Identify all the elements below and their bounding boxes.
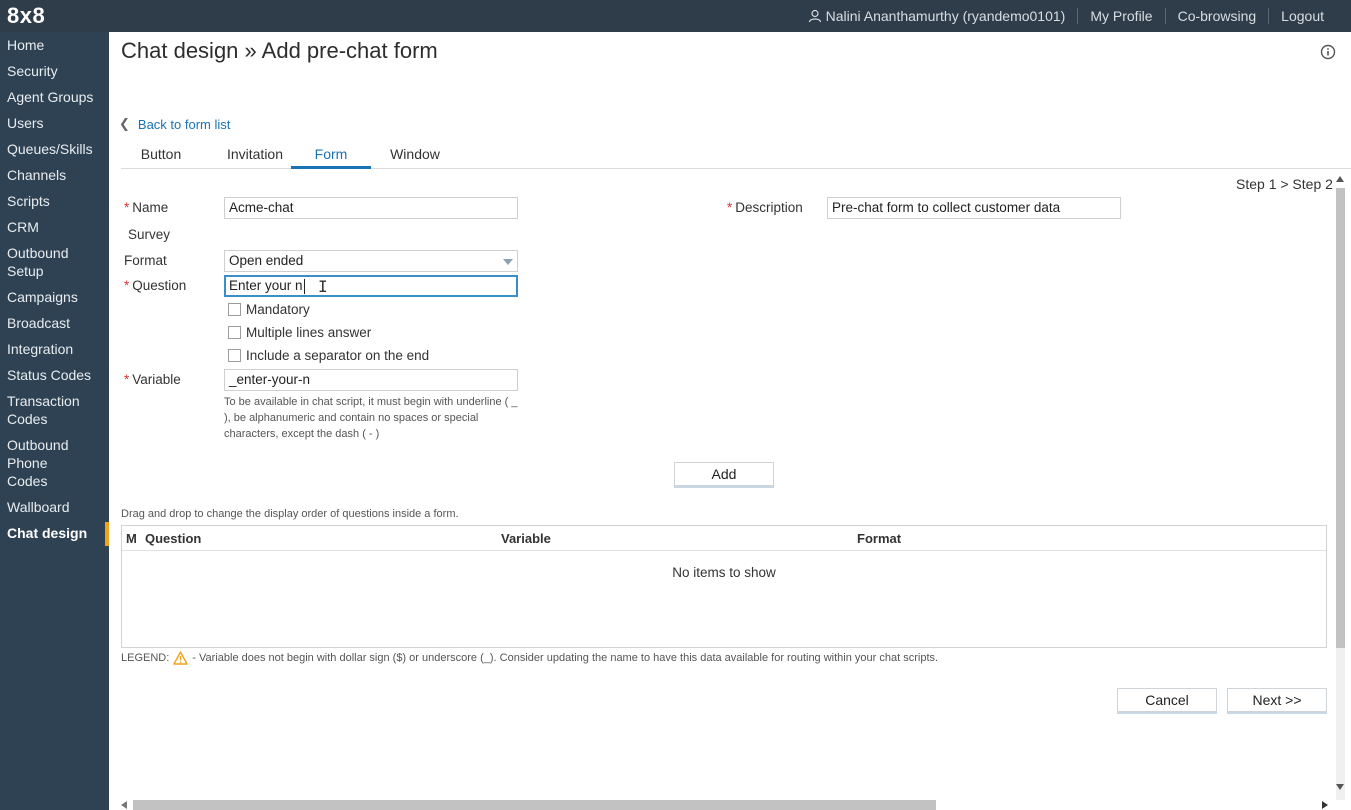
co-browsing-link[interactable]: Co-browsing [1164, 8, 1269, 24]
sidebar-item-security[interactable]: Security [0, 58, 109, 84]
checkbox-box[interactable] [228, 326, 241, 339]
column-header-format[interactable]: Format [857, 531, 901, 546]
required-mark: * [124, 278, 130, 293]
mandatory-checkbox[interactable]: Mandatory [228, 302, 310, 317]
grid-empty-message: No items to show [672, 565, 776, 580]
mandatory-label: Mandatory [246, 302, 310, 317]
multiple-lines-checkbox[interactable]: Multiple lines answer [228, 325, 371, 340]
checkbox-box[interactable] [228, 303, 241, 316]
back-to-form-list-link[interactable]: ❮ Back to form list [119, 116, 230, 132]
chevron-left-icon: ❮ [119, 116, 130, 131]
tab-invitation[interactable]: Invitation [205, 146, 305, 169]
drag-drop-hint: Drag and drop to change the display orde… [121, 508, 459, 520]
description-label: * Description [727, 200, 803, 215]
question-input-value: Enter your n [229, 278, 303, 293]
warning-icon [173, 651, 188, 665]
required-mark: * [124, 372, 130, 387]
sidebar-item-outbound-phone-codes[interactable]: Outbound Phone Codes [0, 432, 90, 494]
sidebar-item-integration[interactable]: Integration [0, 336, 109, 362]
scrollbar-thumb[interactable] [1336, 188, 1345, 648]
user-name: Nalini Ananthamurthy (ryandemo0101) [825, 8, 1066, 24]
dropdown-arrow-icon [503, 259, 513, 265]
multiple-lines-label: Multiple lines answer [246, 325, 372, 340]
column-header-m[interactable]: M [126, 531, 137, 546]
sidebar-item-crm[interactable]: CRM [0, 214, 109, 240]
column-header-question[interactable]: Question [145, 531, 201, 546]
my-profile-link[interactable]: My Profile [1077, 8, 1164, 24]
sidebar-item-scripts[interactable]: Scripts [0, 188, 109, 214]
scroll-up-arrow-icon[interactable] [1336, 176, 1344, 182]
sidebar-item-home[interactable]: Home [0, 32, 109, 58]
cancel-button[interactable]: Cancel [1117, 688, 1217, 712]
main-content: Chat design » Add pre-chat form ❮ Back t… [109, 32, 1351, 810]
logout-link[interactable]: Logout [1268, 8, 1336, 24]
sidebar-item-queues-skills[interactable]: Queues/Skills [0, 136, 109, 162]
variable-input[interactable]: _enter-your-n [224, 369, 518, 391]
user-icon [808, 9, 821, 23]
sidebar-item-broadcast[interactable]: Broadcast [0, 310, 109, 336]
legend-label: LEGEND: [121, 652, 170, 664]
scroll-down-arrow-icon[interactable] [1336, 784, 1344, 790]
add-button[interactable]: Add [674, 462, 774, 486]
sidebar: Home Security Agent Groups Users Queues/… [0, 32, 109, 810]
horizontal-scrollbar[interactable] [119, 798, 1331, 810]
format-select[interactable]: Open ended [224, 250, 518, 272]
scroll-right-arrow-icon[interactable] [1322, 801, 1328, 809]
column-header-variable[interactable]: Variable [501, 531, 551, 546]
sidebar-item-channels[interactable]: Channels [0, 162, 109, 188]
checkbox-box[interactable] [228, 349, 241, 362]
name-input[interactable]: Acme-chat [224, 197, 518, 219]
legend: LEGEND: - Variable does not begin with d… [121, 651, 938, 665]
sidebar-item-chat-design[interactable]: Chat design [0, 520, 109, 546]
scroll-left-arrow-icon[interactable] [121, 801, 127, 809]
back-link-label: Back to form list [137, 116, 231, 132]
required-mark: * [727, 200, 733, 215]
info-icon[interactable] [1320, 44, 1336, 60]
tab-button[interactable]: Button [121, 146, 201, 169]
ibeam-cursor-icon: I [318, 277, 328, 296]
sidebar-item-transaction-codes[interactable]: Transaction Codes [0, 388, 90, 432]
grid-header: M Question Variable Format [122, 526, 1326, 551]
step-indicator: Step 1 > Step 2 [1236, 176, 1333, 192]
top-bar: 8x8 Nalini Ananthamurthy (ryandemo0101) … [0, 0, 1351, 32]
required-mark: * [124, 200, 130, 215]
tab-bar: Button Invitation Form Window [121, 142, 1351, 169]
variable-help-text: To be available in chat script, it must … [224, 396, 518, 440]
variable-label: * Variable [124, 372, 181, 387]
vertical-scrollbar[interactable] [1335, 174, 1345, 800]
legend-text: - Variable does not begin with dollar si… [192, 652, 939, 664]
text-caret [303, 278, 305, 294]
survey-label: Survey [128, 227, 171, 242]
sidebar-item-status-codes[interactable]: Status Codes [0, 362, 109, 388]
sidebar-item-agent-groups[interactable]: Agent Groups [0, 84, 109, 110]
separator-label: Include a separator on the end [246, 348, 430, 363]
top-nav: Nalini Ananthamurthy (ryandemo0101) My P… [796, 0, 1336, 32]
tab-window[interactable]: Window [375, 146, 455, 169]
sidebar-item-users[interactable]: Users [0, 110, 109, 136]
sidebar-item-campaigns[interactable]: Campaigns [0, 284, 109, 310]
questions-grid: M Question Variable Format No items to s… [121, 525, 1327, 648]
tab-form[interactable]: Form [291, 146, 371, 169]
sidebar-item-wallboard[interactable]: Wallboard [0, 494, 109, 520]
question-label: * Question [124, 278, 187, 293]
format-label: Format [124, 253, 167, 268]
user-info[interactable]: Nalini Ananthamurthy (ryandemo0101) [796, 8, 1078, 24]
page-title: Chat design » Add pre-chat form [121, 38, 438, 63]
format-selected-value: Open ended [229, 253, 304, 268]
question-input[interactable]: Enter your n [224, 275, 518, 297]
description-input[interactable]: Pre-chat form to collect customer data [827, 197, 1121, 219]
scrollbar-thumb[interactable] [133, 800, 936, 810]
name-label: * Name [124, 200, 169, 215]
logo: 8x8 [7, 3, 46, 28]
separator-checkbox[interactable]: Include a separator on the end [228, 348, 429, 363]
sidebar-item-outbound-setup[interactable]: Outbound Setup [0, 240, 80, 284]
next-button[interactable]: Next >> [1227, 688, 1327, 712]
